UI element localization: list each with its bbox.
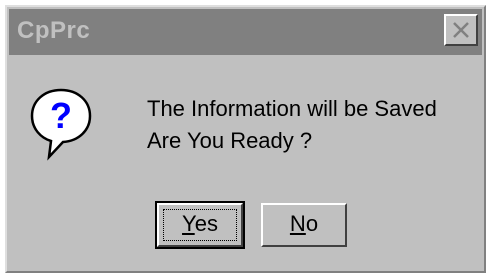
- svg-text:?: ?: [50, 95, 72, 136]
- no-label-rest: o: [305, 211, 319, 236]
- close-icon: [453, 22, 469, 38]
- focus-rectangle: [163, 209, 237, 241]
- close-button[interactable]: [444, 14, 478, 46]
- yes-button[interactable]: Yes: [155, 201, 245, 249]
- message-dialog: CpPrc ? The Information will be Saved Ar…: [5, 5, 486, 273]
- question-icon: ?: [29, 87, 93, 161]
- no-button[interactable]: No: [261, 203, 347, 247]
- message-line-1: The Information will be Saved: [147, 96, 437, 121]
- message-line-2: Are You Ready ?: [147, 128, 313, 153]
- title-bar[interactable]: CpPrc: [9, 9, 482, 55]
- no-mnemonic: N: [289, 211, 306, 236]
- dialog-title: CpPrc: [17, 17, 91, 44]
- message-text: The Information will be Saved Are You Re…: [147, 93, 437, 157]
